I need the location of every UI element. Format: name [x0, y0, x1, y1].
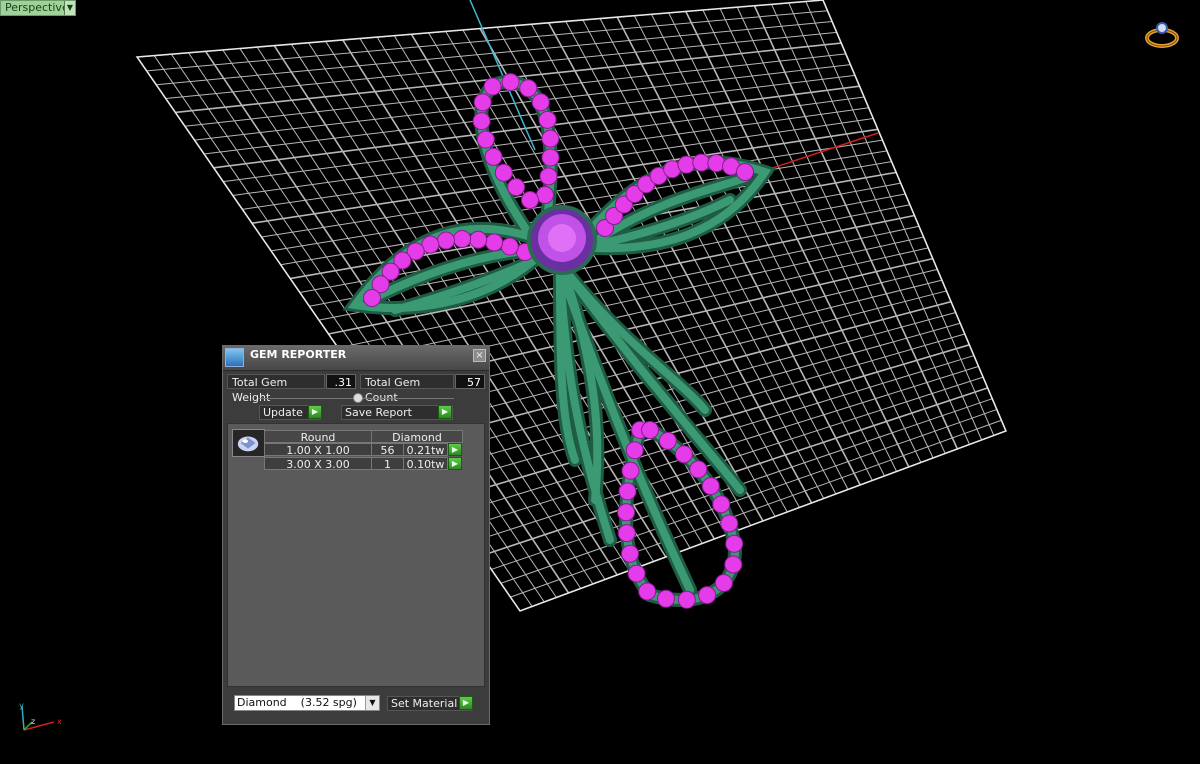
pave-gem	[625, 441, 644, 460]
pave-gem	[720, 514, 739, 533]
table-row-size: 3.00 X 3.00	[264, 457, 372, 471]
pave-gem	[677, 155, 696, 174]
pave-gem	[618, 482, 637, 501]
pave-gem	[627, 564, 646, 583]
axis-x-label: x	[57, 717, 62, 726]
pave-gem	[541, 129, 560, 148]
pave-gem	[539, 167, 558, 186]
pave-gem	[638, 582, 657, 601]
pave-gem	[620, 544, 639, 563]
dialog-titlebar[interactable]: GEM REPORTER ×	[223, 346, 489, 371]
table-row-weight: 0.21tw	[403, 443, 448, 457]
pave-gem	[689, 460, 708, 479]
pave-gem	[501, 73, 520, 92]
pave-gem	[538, 110, 557, 129]
pave-gem	[363, 289, 381, 307]
table-row-weight: 0.10tw	[403, 457, 448, 471]
material-select[interactable]: Diamond (3.52 spg) ▼	[234, 695, 380, 711]
3d-viewport[interactable]	[0, 0, 1200, 764]
total-gem-weight-label: Total Gem Weight	[227, 374, 325, 404]
pave-gem	[617, 503, 636, 522]
pave-gem	[736, 163, 754, 181]
pave-gem	[521, 191, 539, 209]
material-select-value: Diamond (3.52 spg)	[237, 696, 357, 709]
pave-gem	[469, 230, 488, 249]
pave-gem	[701, 477, 720, 496]
pave-gem	[658, 431, 677, 450]
dialog-title: GEM REPORTER	[250, 348, 347, 361]
round-gem-thumbnail-icon[interactable]	[232, 429, 265, 457]
pave-gem	[494, 163, 513, 182]
update-go-icon[interactable]: ▶	[308, 405, 322, 419]
grid-line	[736, 6, 946, 454]
gem-list-panel: Round Diamond 1.00 X 1.00 56 0.21tw ▶ 3.…	[227, 423, 485, 687]
table-header-shape: Round	[264, 430, 372, 444]
viewport-label-tab[interactable]: Perspective ▼	[0, 0, 76, 16]
grid-line	[771, 4, 971, 445]
pave-gem	[541, 148, 560, 167]
table-row-size: 1.00 X 1.00	[264, 443, 372, 457]
total-gem-count-value: 57	[455, 374, 485, 389]
pave-gem	[485, 233, 504, 252]
pave-gem	[714, 573, 733, 592]
set-material-go-icon[interactable]: ▶	[459, 696, 473, 710]
viewport-dropdown-icon[interactable]: ▼	[64, 1, 75, 15]
pave-gem	[617, 524, 636, 543]
row-2-select-icon[interactable]: ▶	[448, 457, 462, 470]
pave-gem	[436, 231, 455, 250]
pave-gem	[674, 445, 693, 464]
viewport-name: Perspective	[5, 1, 69, 14]
gem-reporter-dialog: GEM REPORTER × Total Gem Weight .31 Tota…	[222, 345, 490, 725]
row-1-select-icon[interactable]: ▶	[448, 443, 462, 456]
pave-gem	[484, 147, 503, 166]
pave-gem	[656, 589, 675, 608]
pave-gem	[621, 461, 640, 480]
save-report-button[interactable]: Save Report	[341, 405, 453, 420]
ring-navigation-icon[interactable]	[1142, 20, 1182, 50]
pave-gem	[531, 93, 550, 112]
close-icon[interactable]: ×	[473, 349, 486, 362]
pave-gem	[677, 590, 696, 609]
total-gem-weight-value: .31	[326, 374, 356, 389]
pave-gem	[453, 229, 472, 248]
pave-gem	[476, 130, 495, 149]
total-gem-count-label: Total Gem Count	[360, 374, 454, 404]
axis-z-label: z	[31, 717, 35, 726]
pave-gem	[698, 586, 717, 605]
pave-gem	[473, 93, 492, 112]
table-row-count: 56	[371, 443, 404, 457]
pave-gem	[483, 77, 502, 96]
pave-gem	[692, 153, 711, 172]
pave-gem	[472, 112, 491, 131]
table-row-count: 1	[371, 457, 404, 471]
axis-triad-icon: y z x	[19, 701, 62, 731]
slider-handle[interactable]	[353, 393, 363, 403]
center-stone	[527, 205, 597, 275]
save-report-go-icon[interactable]: ▶	[438, 405, 452, 419]
update-button-label: Update	[263, 406, 303, 419]
pave-gem	[536, 186, 554, 204]
pave-gem	[725, 534, 744, 553]
pave-gem	[507, 178, 526, 197]
chevron-down-icon[interactable]: ▼	[365, 696, 379, 710]
pave-gem	[641, 421, 659, 439]
save-report-button-label: Save Report	[345, 406, 412, 419]
set-material-button-label: Set Material	[391, 697, 458, 710]
pave-gem	[712, 495, 731, 514]
grid-line	[753, 5, 959, 450]
pave-gem	[500, 237, 519, 256]
axis-y-label: y	[19, 701, 24, 710]
grid-line	[805, 1, 995, 436]
pave-gem	[519, 79, 538, 98]
pave-gem	[724, 555, 743, 574]
gem-reporter-app-icon	[225, 348, 244, 367]
table-header-material: Diamond	[371, 430, 463, 444]
pave-gem	[707, 154, 726, 173]
